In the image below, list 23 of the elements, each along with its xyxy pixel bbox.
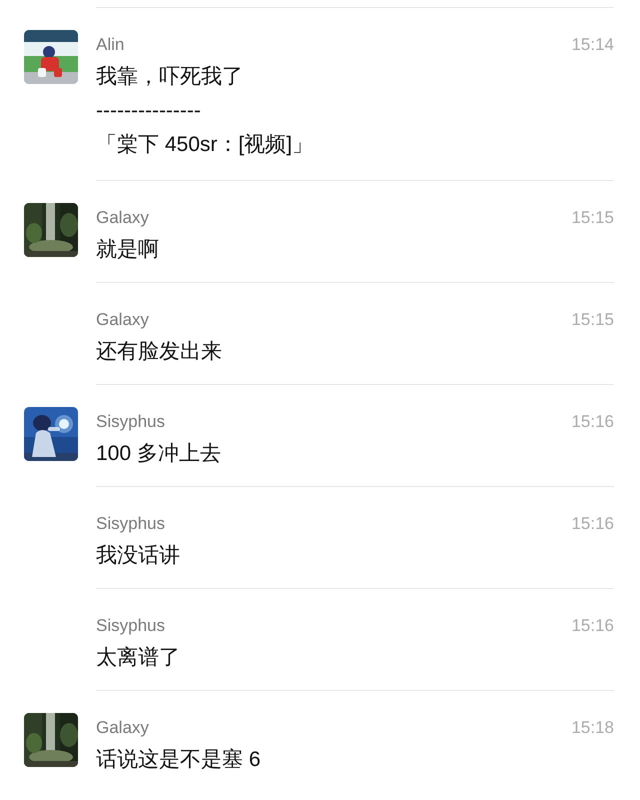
message-text: 还有脸发出来 [96,339,223,365]
message-time: 15:16 [571,616,614,636]
message-text: 「棠下 450sr：[视频]」 [96,132,314,158]
message-text: 我靠，吓死我了 [96,64,244,90]
message-text: 我没话讲 [96,543,181,569]
message-text: --------------- [96,98,202,124]
message-time: 15:16 [571,412,614,432]
message-time: 15:15 [571,208,614,228]
sender-name: Sisyphus [96,514,165,534]
sender-name: Sisyphus [96,616,165,636]
sender-name: Galaxy [96,310,149,330]
message-text: 就是啊 [96,237,160,263]
sender-name: Galaxy [96,718,149,738]
message-time: 15:16 [571,514,614,534]
sender-name: Sisyphus [96,412,165,432]
sender-name: Galaxy [96,208,149,228]
message-text: 太离谱了 [96,645,181,671]
message-text: 话说这是不是塞 6 [96,747,262,773]
sender-name: Alin [96,35,124,55]
message-time: 15:15 [571,310,614,330]
message-time: 15:14 [571,35,614,55]
message-text: 100 多冲上去 [96,441,222,467]
message-time: 15:18 [571,718,614,738]
